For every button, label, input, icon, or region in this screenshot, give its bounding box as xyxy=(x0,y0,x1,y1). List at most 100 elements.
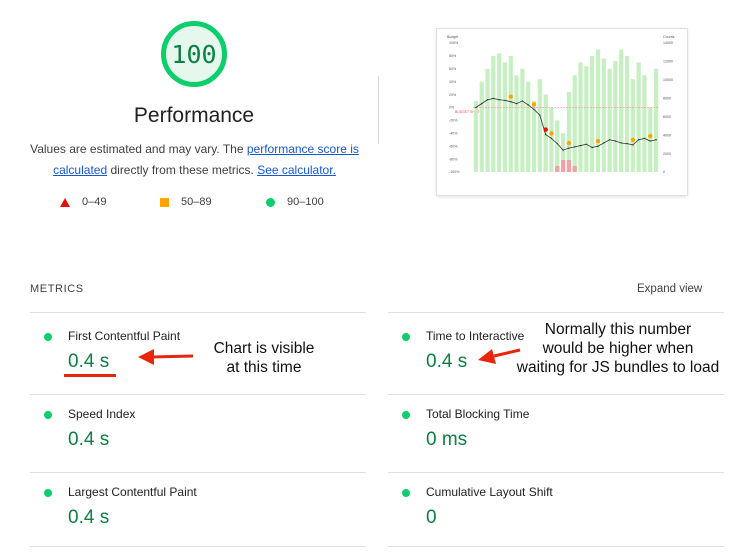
thumb-left-header: Budget xyxy=(447,35,458,39)
thumb-bar xyxy=(648,107,653,172)
thumb-bar xyxy=(485,68,490,172)
thumb-bar xyxy=(601,58,606,173)
annotation-line: Normally this number xyxy=(544,321,692,338)
thumb-left-tick: 20% xyxy=(449,93,457,97)
thumb-bar xyxy=(520,68,525,172)
thumb-point xyxy=(556,142,558,145)
divider xyxy=(30,312,366,313)
thumb-marker xyxy=(531,102,537,107)
thumb-point xyxy=(608,139,611,141)
thumb-point xyxy=(504,99,506,102)
thumb-point xyxy=(533,108,535,111)
final-screenshot-thumbnail[interactable]: Budget Counts BUDGET SHIFT 100% 80% 60% 40%… xyxy=(437,29,687,195)
metrics-section-title: METRICS xyxy=(30,283,84,295)
metric-value: 0.4 s xyxy=(68,351,110,372)
pass-circle-icon xyxy=(402,489,410,497)
thumb-bar xyxy=(497,53,502,172)
thumb-right-header: Counts xyxy=(663,35,675,39)
legend-label: 90–100 xyxy=(287,196,324,208)
thumb-marker xyxy=(566,140,572,146)
thumb-left-tick: 100% xyxy=(449,41,459,45)
thumb-point xyxy=(568,147,570,149)
thumb-bar xyxy=(526,81,531,172)
divider xyxy=(30,546,366,547)
thumb-left-tick: -20% xyxy=(449,119,458,123)
thumb-point xyxy=(510,100,512,103)
divider xyxy=(388,546,724,547)
thumb-point xyxy=(620,142,622,144)
thumb-right-tick: 2000 xyxy=(663,152,671,156)
pass-circle-icon xyxy=(402,333,410,341)
thumb-point xyxy=(498,99,500,101)
thumb-point xyxy=(603,142,605,144)
thumb-bar xyxy=(590,55,595,172)
thumb-bar xyxy=(578,62,583,172)
fcp-arrow-icon xyxy=(138,349,194,365)
thumb-bar xyxy=(479,81,484,172)
pass-circle-icon xyxy=(44,489,52,497)
thumb-point xyxy=(614,140,617,142)
thumb-point xyxy=(475,106,477,109)
metric-label: Cumulative Layout Shift xyxy=(426,485,553,499)
divider xyxy=(388,472,724,473)
thumb-bar xyxy=(555,120,560,172)
thumb-red-bar xyxy=(561,160,566,172)
thumb-marker xyxy=(595,139,601,144)
description-text-middle: directly from these metrics. xyxy=(107,163,258,177)
metric-value: 0.4 s xyxy=(68,507,110,528)
thumb-bar xyxy=(572,75,577,172)
thumb-marker xyxy=(648,133,653,139)
thumb-marker xyxy=(630,137,636,143)
metric-value: 0 ms xyxy=(426,429,468,450)
calculator-link[interactable]: See calculator. xyxy=(257,163,336,177)
thumb-point xyxy=(626,142,628,145)
thumb-bar xyxy=(642,75,647,172)
divider xyxy=(388,312,724,313)
thumb-bar xyxy=(473,101,478,172)
thumb-left-tick: -100% xyxy=(449,170,460,174)
performance-score: 100 xyxy=(171,39,217,69)
thumb-point xyxy=(649,140,651,142)
screenshot-chart: Budget Counts BUDGET SHIFT 100%80%60%40%… xyxy=(447,35,675,174)
thumb-right-tick: 8000 xyxy=(663,96,671,100)
thumb-red-bar xyxy=(555,166,560,172)
thumb-point xyxy=(632,144,634,146)
thumb-bar xyxy=(514,75,519,172)
annotation-line: would be higher when xyxy=(542,340,694,357)
thumb-left-tick: 60% xyxy=(449,67,457,71)
thumb-left-tick: -60% xyxy=(449,144,458,148)
thumb-point xyxy=(527,104,529,106)
expand-view-toggle[interactable]: Expand view xyxy=(637,283,702,295)
thumb-right-tick: 10000 xyxy=(663,78,673,82)
divider xyxy=(378,76,379,144)
thumb-point xyxy=(521,100,524,102)
thumb-marker xyxy=(543,127,548,132)
thumb-right-tick: 0 xyxy=(663,170,665,174)
thumb-bar xyxy=(619,49,624,173)
thumb-point xyxy=(597,145,599,147)
thumb-red-bar xyxy=(566,160,571,172)
metric-value: 0 xyxy=(426,507,437,528)
thumb-bar xyxy=(624,55,630,172)
thumb-point xyxy=(574,146,576,148)
legend-label: 50–89 xyxy=(181,196,212,208)
thumb-left-tick: -80% xyxy=(449,157,458,161)
thumb-right-tick: 6000 xyxy=(663,115,671,119)
thumb-point xyxy=(539,114,541,116)
thumb-point xyxy=(579,144,582,147)
metric-value: 0.4 s xyxy=(426,351,468,372)
legend-fail: 0–49 xyxy=(60,196,106,208)
thumb-bar xyxy=(502,62,508,172)
metric-label: First Contentful Paint xyxy=(68,329,181,343)
thumb-point xyxy=(544,133,547,136)
thumb-point xyxy=(585,143,588,145)
legend-label: 0–49 xyxy=(82,196,107,208)
annotation-line: waiting for JS bundles to load xyxy=(516,359,720,376)
square-icon xyxy=(160,197,169,207)
metric-value: 0.4 s xyxy=(68,429,110,450)
thumb-point xyxy=(550,137,553,140)
thumb-marker xyxy=(508,94,513,99)
thumb-point xyxy=(637,139,640,141)
thumb-point xyxy=(492,97,495,100)
thumb-bar xyxy=(537,79,542,172)
